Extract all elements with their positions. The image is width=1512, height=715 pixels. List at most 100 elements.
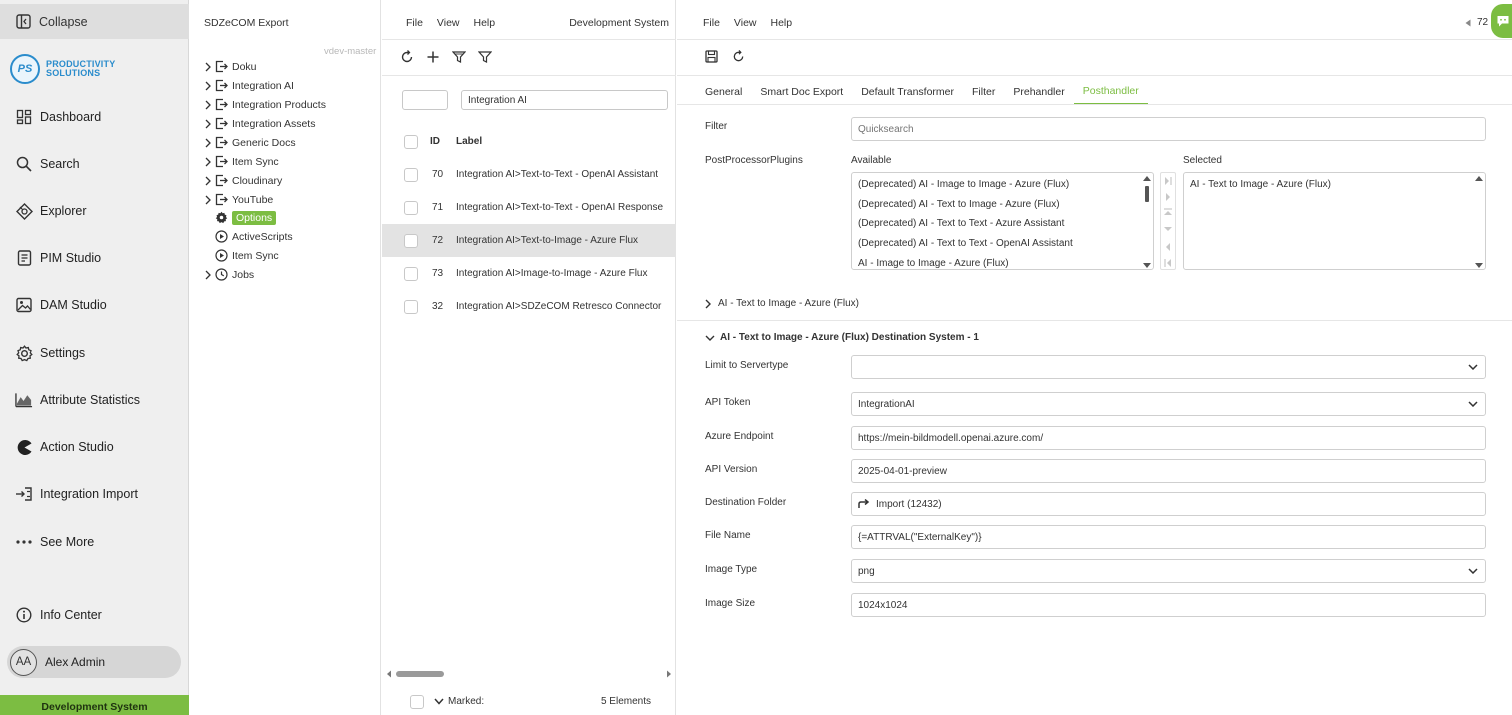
filter-icon[interactable] [478, 50, 492, 64]
tab-posthandler[interactable]: Posthandler [1073, 79, 1148, 105]
available-plugins-list[interactable]: (Deprecated) AI - Image to Image - Azure… [851, 172, 1154, 270]
prev-arrow-icon[interactable] [1465, 19, 1471, 27]
nav-item-explorer[interactable]: Explorer [0, 191, 189, 231]
vertical-scrollbar[interactable] [1474, 174, 1484, 268]
nav-item-settings[interactable]: Settings [0, 333, 189, 373]
nav-item-dashboard[interactable]: Dashboard [0, 97, 189, 137]
chevron-right-icon[interactable] [202, 100, 214, 110]
refresh-icon[interactable] [732, 50, 745, 63]
chevron-right-icon[interactable] [202, 195, 214, 205]
nav-item-action-studio[interactable]: Action Studio [0, 427, 189, 467]
nav-item-dam-studio[interactable]: DAM Studio [0, 285, 189, 325]
id-filter-input[interactable] [402, 90, 448, 110]
azure-endpoint-field[interactable]: https://mein-bildmodell.openai.azure.com… [851, 426, 1486, 450]
label-filter-input[interactable]: Integration AI [461, 90, 668, 110]
table-row[interactable]: 32 Integration AI>SDZeCOM Retresco Connec… [382, 290, 676, 323]
column-header-label[interactable]: Label [456, 136, 482, 147]
api-version-field[interactable]: 2025-04-01-preview [851, 459, 1486, 483]
tab-general[interactable]: General [696, 79, 751, 105]
row-checkbox[interactable] [404, 266, 418, 281]
chat-widget-button[interactable] [1491, 4, 1512, 38]
nav-item-attribute-statistics[interactable]: Attribute Statistics [0, 380, 189, 420]
tree-item[interactable]: YouTube [202, 190, 273, 209]
tree-item[interactable]: Generic Docs [202, 133, 296, 152]
tree-item[interactable]: Integration Products [202, 95, 326, 114]
api-token-select[interactable]: IntegrationAI [851, 392, 1486, 416]
menu-file[interactable]: File [406, 17, 423, 29]
menu-view[interactable]: View [437, 17, 460, 29]
vertical-scrollbar[interactable] [1142, 174, 1152, 268]
section-plugin-collapsed[interactable]: AI - Text to Image - Azure (Flux) [705, 298, 859, 309]
available-plugin-item[interactable]: (Deprecated) AI - Image to Image - Azure… [852, 175, 1153, 195]
refresh-icon[interactable] [400, 50, 414, 64]
chevron-right-icon[interactable] [202, 270, 214, 280]
move-all-right-icon[interactable] [1165, 177, 1172, 185]
chevron-right-icon[interactable] [202, 62, 214, 72]
tree-item[interactable]: Integration AI [202, 76, 294, 95]
user-menu[interactable]: AA Alex Admin [7, 646, 181, 678]
chevron-right-icon[interactable] [202, 138, 214, 148]
menu-help[interactable]: Help [474, 17, 496, 29]
menu-file[interactable]: File [703, 17, 720, 29]
move-right-icon[interactable] [1166, 193, 1170, 201]
save-icon[interactable] [705, 50, 718, 63]
image-size-field[interactable]: 1024x1024 [851, 593, 1486, 617]
tree-item[interactable]: Cloudinary [202, 171, 282, 190]
collapse-button[interactable]: Collapse [0, 4, 189, 39]
menu-view[interactable]: View [734, 17, 757, 29]
horizontal-scrollbar[interactable] [386, 668, 672, 680]
chevron-right-icon[interactable] [202, 81, 214, 91]
row-checkbox[interactable] [404, 200, 418, 215]
row-checkbox[interactable] [404, 167, 418, 182]
tree-item[interactable]: Jobs [202, 265, 254, 284]
row-checkbox[interactable] [404, 299, 418, 314]
row-checkbox[interactable] [404, 233, 418, 248]
table-row[interactable]: 73 Integration AI>Image-to-Image - Azure … [382, 257, 676, 290]
table-row[interactable]: 72 Integration AI>Text-to-Image - Azure F… [382, 224, 676, 257]
selected-plugins-list[interactable]: AI - Text to Image - Azure (Flux) [1183, 172, 1486, 270]
available-plugin-item[interactable]: (Deprecated) AI - Text to Image - Azure … [852, 195, 1153, 215]
tab-prehandler[interactable]: Prehandler [1004, 79, 1073, 105]
table-row[interactable]: 70 Integration AI>Text-to-Text - OpenAI A… [382, 158, 676, 191]
tree-item[interactable]: Doku [202, 57, 257, 76]
tree-item[interactable]: Integration Assets [202, 114, 315, 133]
mark-all-checkbox[interactable] [410, 694, 424, 709]
select-all-checkbox[interactable] [404, 134, 418, 149]
tab-default-transformer[interactable]: Default Transformer [852, 79, 963, 105]
chevron-right-icon[interactable] [202, 176, 214, 186]
chevron-right-icon[interactable] [202, 157, 214, 167]
tree-item[interactable]: Options [214, 208, 277, 227]
available-plugin-item[interactable]: AI - Image to Image - Azure (Flux) [852, 253, 1153, 269]
file-name-field[interactable]: {=ATTRVAL("ExternalKey")} [851, 525, 1486, 549]
nav-item-search[interactable]: Search [0, 144, 189, 184]
menu-help[interactable]: Help [771, 17, 793, 29]
section-plugin-expanded[interactable]: AI - Text to Image - Azure (Flux) Destin… [705, 332, 979, 343]
add-icon[interactable] [426, 50, 440, 64]
quicksearch-input[interactable] [851, 117, 1486, 141]
move-top-icon[interactable] [1164, 208, 1172, 215]
move-down-icon[interactable] [1164, 227, 1172, 231]
chevron-down-icon[interactable] [434, 698, 444, 705]
move-all-left-icon[interactable] [1164, 259, 1171, 267]
filter-settings-icon[interactable] [452, 50, 466, 64]
selected-plugin-item[interactable]: AI - Text to Image - Azure (Flux) [1184, 175, 1485, 195]
tree-item[interactable]: ActiveScripts [214, 227, 293, 246]
table-row[interactable]: 71 Integration AI>Text-to-Text - OpenAI R… [382, 191, 676, 224]
nav-item-info-center[interactable]: Info Center [0, 595, 189, 635]
destination-folder-field[interactable]: Import (12432) [851, 492, 1486, 516]
gear-icon [15, 344, 33, 362]
tree-item[interactable]: Item Sync [202, 152, 279, 171]
available-plugin-item[interactable]: (Deprecated) AI - Text to Text - Azure A… [852, 214, 1153, 234]
tab-smart-doc-export[interactable]: Smart Doc Export [751, 79, 852, 105]
nav-item-pim-studio[interactable]: PIM Studio [0, 238, 189, 278]
column-header-id[interactable]: ID [430, 136, 456, 147]
image-type-select[interactable]: png [851, 559, 1486, 583]
nav-item-see-more[interactable]: See More [0, 522, 189, 562]
available-plugin-item[interactable]: (Deprecated) AI - Text to Text - OpenAI … [852, 234, 1153, 254]
tree-item[interactable]: Item Sync [214, 246, 279, 265]
chevron-right-icon[interactable] [202, 119, 214, 129]
nav-item-integration-import[interactable]: Integration Import [0, 474, 189, 514]
limit-to-servertype-select[interactable] [851, 355, 1486, 379]
tab-filter[interactable]: Filter [963, 79, 1004, 105]
move-left-icon[interactable] [1166, 243, 1170, 251]
